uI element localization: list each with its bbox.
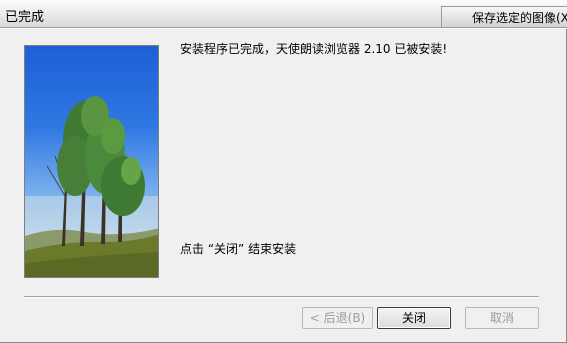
installer-window: 已完成 保存选定的图像(X 安装程序已完成，天使朗读浏览器 2.10 已被安装!… — [0, 0, 567, 343]
window-title: 已完成 — [5, 10, 45, 25]
tree-landscape-illustration — [25, 96, 158, 277]
finish-hint-text: 点击 “关闭” 结束安装 — [180, 242, 297, 256]
title-divider — [0, 28, 567, 29]
button-separator — [24, 296, 539, 298]
back-button[interactable]: < 后退(B) — [302, 307, 373, 329]
wizard-side-image — [24, 45, 159, 278]
cancel-button[interactable]: 取消 — [465, 307, 539, 329]
save-image-tooltip-tab[interactable]: 保存选定的图像(X — [441, 6, 567, 28]
close-button[interactable]: 关闭 — [377, 307, 451, 329]
install-complete-message: 安装程序已完成，天使朗读浏览器 2.10 已被安装! — [180, 42, 448, 56]
